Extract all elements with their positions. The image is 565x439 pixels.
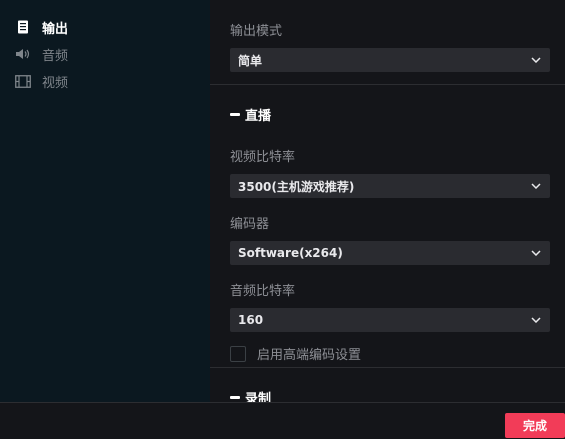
chevron-down-icon	[530, 180, 542, 192]
encoder-select[interactable]: Software(x264)	[230, 241, 550, 265]
record-section-title: 录制	[245, 392, 272, 402]
collapse-icon	[230, 113, 240, 116]
audio-bitrate-label: 音频比特率	[230, 284, 296, 299]
collapse-icon	[230, 396, 240, 399]
settings-panel: 输出模式 简单 直播 视频比特率 3500(主机游戏推荐) 编码器 Softwa…	[210, 0, 565, 402]
sidebar: 输出 音频 视频	[0, 0, 210, 402]
advanced-encoder-checkbox-row[interactable]: 启用高端编码设置	[230, 344, 361, 363]
chevron-down-icon	[530, 247, 542, 259]
chevron-down-icon	[530, 314, 542, 326]
footer-bar: 完成	[0, 402, 565, 439]
advanced-encoder-label: 启用高端编码设置	[257, 348, 362, 363]
done-button[interactable]: 完成	[505, 413, 565, 438]
advanced-encoder-checkbox[interactable]	[230, 345, 246, 362]
live-section-header[interactable]: 直播	[230, 105, 271, 124]
output-mode-label: 输出模式	[230, 24, 283, 39]
record-section-header[interactable]: 录制	[230, 388, 271, 402]
audio-bitrate-select[interactable]: 160	[230, 308, 550, 332]
section-divider	[210, 84, 565, 85]
sidebar-item-audio[interactable]: 音频	[15, 45, 69, 64]
video-bitrate-label: 视频比特率	[230, 150, 296, 165]
encoder-value: Software(x264)	[238, 246, 343, 260]
audio-bitrate-value: 160	[238, 313, 264, 327]
chevron-down-icon	[530, 54, 542, 66]
sidebar-item-output[interactable]: 输出	[15, 18, 69, 37]
sidebar-item-video[interactable]: 视频	[15, 72, 69, 91]
document-icon	[15, 20, 31, 34]
video-bitrate-select[interactable]: 3500(主机游戏推荐)	[230, 174, 550, 198]
sidebar-item-label: 视频	[42, 75, 69, 91]
output-mode-value: 简单	[238, 53, 263, 68]
video-bitrate-value: 3500(主机游戏推荐)	[238, 179, 355, 194]
live-section-title: 直播	[245, 109, 272, 124]
sidebar-item-label: 音频	[42, 48, 69, 64]
speaker-icon	[15, 47, 31, 61]
encoder-label: 编码器	[230, 217, 270, 232]
section-divider	[210, 367, 565, 368]
sidebar-item-label: 输出	[42, 21, 69, 37]
output-mode-select[interactable]: 简单	[230, 48, 550, 72]
film-icon	[15, 74, 31, 88]
